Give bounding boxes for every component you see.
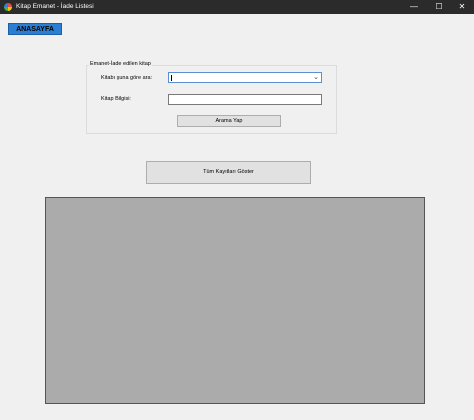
app-icon [4, 3, 12, 11]
chevron-down-icon[interactable]: ⌄ [313, 72, 319, 83]
search-by-label: Kitabı şuna göre ara: [101, 75, 153, 81]
records-data-grid[interactable] [45, 197, 425, 404]
search-by-combobox[interactable]: ⌄ [168, 72, 322, 83]
window-title: Kitap Emanet - İade Listesi [16, 3, 94, 10]
maximize-button[interactable]: ☐ [429, 0, 449, 14]
show-all-records-button[interactable]: Tüm Kayıtları Göster [146, 161, 311, 184]
search-button[interactable]: Arama Yap [177, 115, 281, 127]
minimize-button[interactable]: — [404, 0, 424, 14]
search-group-title: Emanet-İade edilen kitap [89, 61, 152, 68]
book-info-input[interactable] [168, 94, 322, 105]
client-area: ANASAYFA Emanet-İade edilen kitap Kitabı… [0, 14, 474, 420]
book-info-label: Kitap Bilgisi: [101, 96, 131, 102]
home-button[interactable]: ANASAYFA [8, 23, 62, 35]
close-button[interactable]: ✕ [452, 0, 472, 14]
text-caret [171, 75, 172, 81]
app-window: Kitap Emanet - İade Listesi — ☐ ✕ ANASAY… [0, 0, 474, 420]
title-bar[interactable]: Kitap Emanet - İade Listesi — ☐ ✕ [0, 0, 474, 14]
